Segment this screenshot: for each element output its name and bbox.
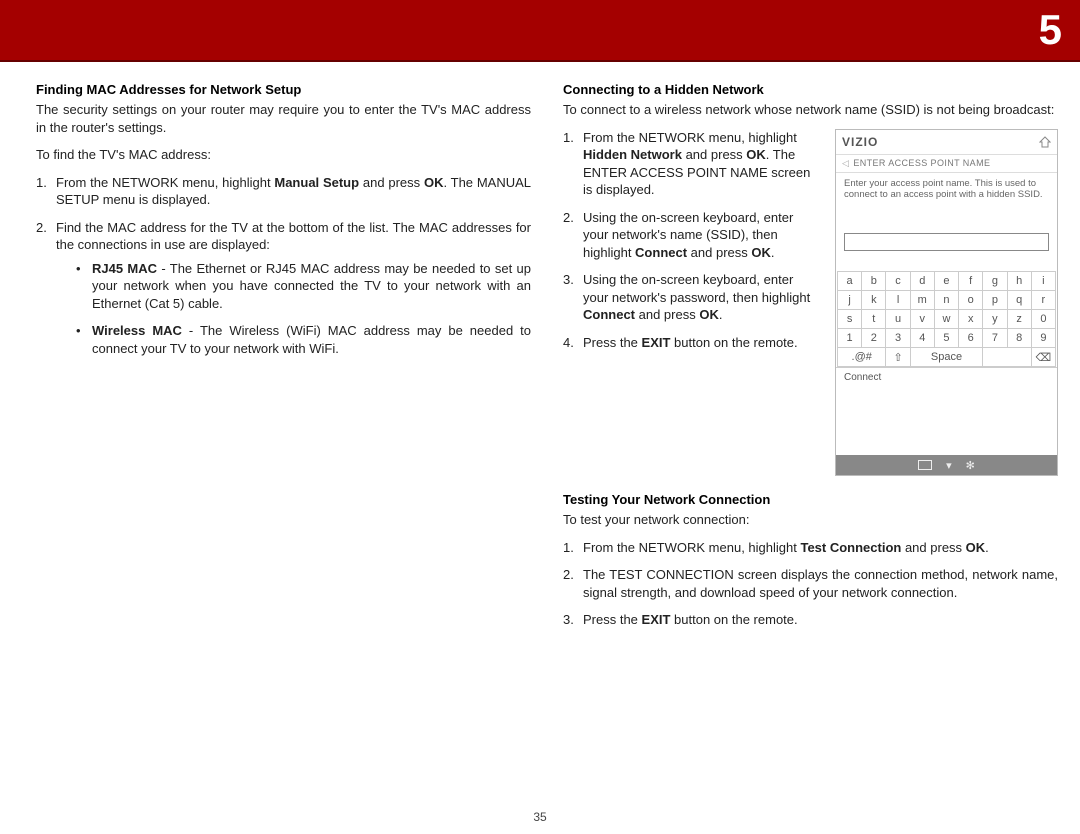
key: k — [862, 291, 886, 310]
key: j — [838, 291, 862, 310]
key-blank — [983, 348, 1031, 367]
key: l — [886, 291, 910, 310]
step-item: 4. Press the EXIT button on the remote. — [563, 334, 821, 352]
key: b — [862, 272, 886, 291]
back-icon: ◁ — [842, 158, 849, 169]
key-space: Space — [910, 348, 983, 367]
key: x — [959, 310, 983, 329]
key: 0 — [1031, 310, 1055, 329]
bullet-item: RJ45 MAC - The Ethernet or RJ45 MAC addr… — [76, 260, 531, 313]
step-item: 1. From the NETWORK menu, highlight Test… — [563, 539, 1058, 557]
right-column: Connecting to a Hidden Network To connec… — [563, 82, 1058, 639]
key: p — [983, 291, 1007, 310]
step-item: 1. From the NETWORK menu, highlight Manu… — [36, 174, 531, 209]
steps-list: 1. From the NETWORK menu, highlight Manu… — [36, 174, 531, 358]
key: u — [886, 310, 910, 329]
para: To connect to a wireless network whose n… — [563, 101, 1058, 119]
key-symbols: .@# — [838, 348, 886, 367]
osd-screenshot: VIZIO ◁ ENTER ACCESS POINT NAME Enter yo… — [835, 129, 1058, 477]
key: c — [886, 272, 910, 291]
page-footer-number: 35 — [0, 810, 1080, 824]
key: 5 — [934, 329, 958, 348]
key: 2 — [862, 329, 886, 348]
testing-section: Testing Your Network Connection To test … — [563, 492, 1058, 629]
osd-breadcrumb: ◁ ENTER ACCESS POINT NAME — [836, 155, 1057, 173]
heading-hidden: Connecting to a Hidden Network — [563, 82, 1058, 97]
key: 4 — [910, 329, 934, 348]
step-item: 2. The TEST CONNECTION screen displays t… — [563, 566, 1058, 601]
key: g — [983, 272, 1007, 291]
key: d — [910, 272, 934, 291]
key: y — [983, 310, 1007, 329]
step-item: 3. Using the on-screen keyboard, enter y… — [563, 271, 821, 324]
key: o — [959, 291, 983, 310]
key: t — [862, 310, 886, 329]
key: 1 — [838, 329, 862, 348]
osd-keyboard: abcdefghi jklmnopqr stuvwxyz0 123456789 … — [837, 271, 1056, 367]
chapter-header: 5 — [0, 0, 1080, 62]
bullet-item: Wireless MAC - The Wireless (WiFi) MAC a… — [76, 322, 531, 357]
osd-message: Enter your access point name. This is us… — [836, 173, 1057, 210]
osd-connect: Connect — [836, 367, 1057, 387]
key: s — [838, 310, 862, 329]
gear-icon: ✻ — [966, 459, 975, 472]
osd-subtitle: ENTER ACCESS POINT NAME — [853, 158, 990, 168]
step-num: 2. — [36, 219, 52, 237]
wide-icon — [918, 460, 932, 470]
key: r — [1031, 291, 1055, 310]
step-item: 1. From the NETWORK menu, highlight Hidd… — [563, 129, 821, 199]
ssid-input — [844, 233, 1049, 251]
heading-testing: Testing Your Network Connection — [563, 492, 1058, 507]
para: To find the TV's MAC address: — [36, 146, 531, 164]
key: i — [1031, 272, 1055, 291]
step-item: 2. Using the on-screen keyboard, enter y… — [563, 209, 821, 262]
key: a — [838, 272, 862, 291]
para: The security settings on your router may… — [36, 101, 531, 136]
key: f — [959, 272, 983, 291]
key: h — [1007, 272, 1031, 291]
step-item: 2. Find the MAC address for the TV at th… — [36, 219, 531, 358]
brand-logo: VIZIO — [842, 135, 878, 149]
key: e — [934, 272, 958, 291]
key: z — [1007, 310, 1031, 329]
key: 7 — [983, 329, 1007, 348]
heading-mac: Finding MAC Addresses for Network Setup — [36, 82, 531, 97]
key: q — [1007, 291, 1031, 310]
step-item: 3. Press the EXIT button on the remote. — [563, 611, 1058, 629]
key: 3 — [886, 329, 910, 348]
para: To test your network connection: — [563, 511, 1058, 529]
hidden-steps: 1. From the NETWORK menu, highlight Hidd… — [563, 129, 821, 362]
bullet-list: RJ45 MAC - The Ethernet or RJ45 MAC addr… — [56, 260, 531, 358]
key-backspace: ⌫ — [1031, 348, 1055, 367]
key: v — [910, 310, 934, 329]
osd-footer: ▾ ✻ — [836, 455, 1057, 475]
key: 6 — [959, 329, 983, 348]
home-icon — [1039, 136, 1051, 148]
chapter-number: 5 — [1039, 6, 1062, 54]
key: w — [934, 310, 958, 329]
step-num: 1. — [36, 174, 52, 192]
osd-header: VIZIO — [836, 130, 1057, 155]
left-column: Finding MAC Addresses for Network Setup … — [36, 82, 531, 639]
chevron-down-icon: ▾ — [946, 459, 952, 472]
key-shift: ⇧ — [886, 348, 910, 367]
key: 9 — [1031, 329, 1055, 348]
key: n — [934, 291, 958, 310]
key: 8 — [1007, 329, 1031, 348]
key: m — [910, 291, 934, 310]
